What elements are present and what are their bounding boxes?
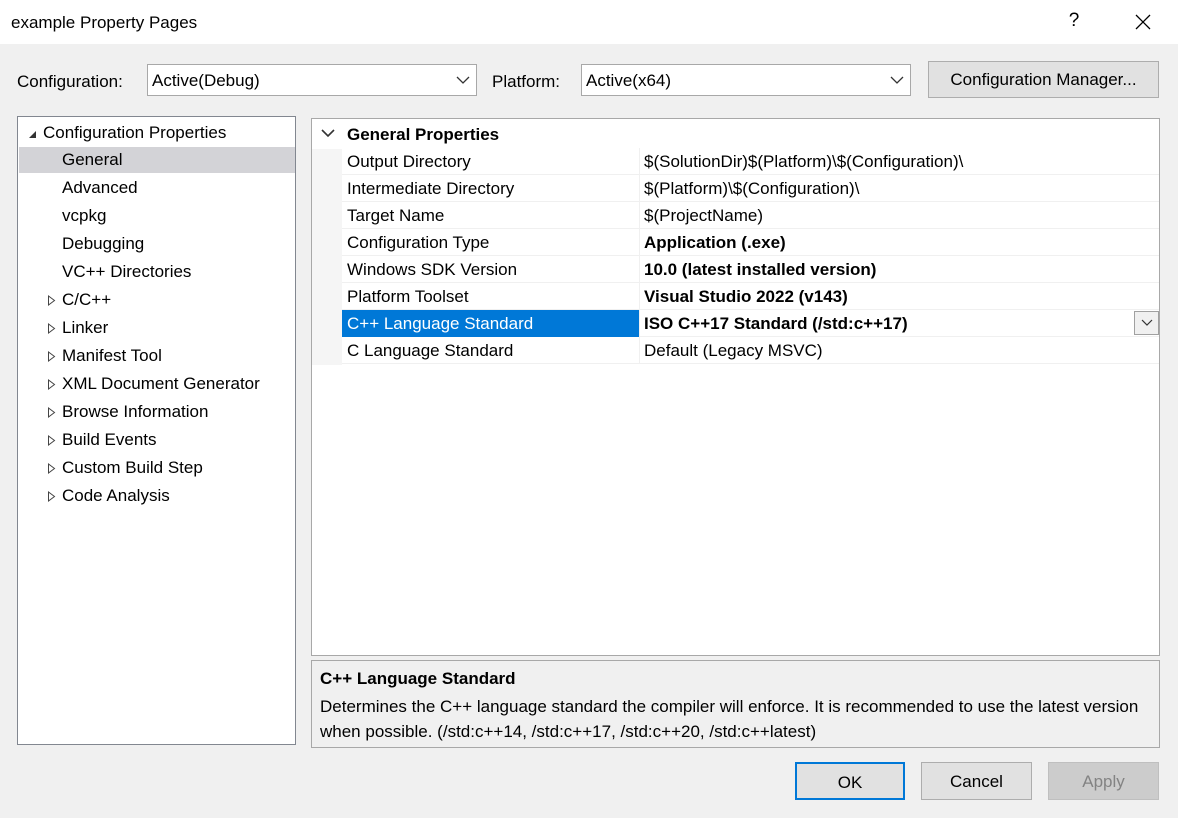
tree-item-c-cpp[interactable]: C/C++ bbox=[19, 287, 295, 313]
category-tree[interactable]: Configuration Properties General Advance… bbox=[17, 116, 296, 745]
property-row-c-language-standard[interactable]: C Language Standard Default (Legacy MSVC… bbox=[342, 337, 1159, 364]
property-row-target-name[interactable]: Target Name $(ProjectName) bbox=[342, 202, 1159, 229]
tree-item-build-events[interactable]: Build Events bbox=[19, 427, 295, 453]
property-name: C Language Standard bbox=[347, 341, 514, 360]
property-value[interactable]: 10.0 (latest installed version) bbox=[639, 256, 1159, 283]
property-name: C++ Language Standard bbox=[342, 310, 639, 337]
tree-item-label: vcpkg bbox=[62, 206, 107, 225]
section-title: General Properties bbox=[347, 125, 500, 144]
expand-triangle-icon bbox=[48, 295, 56, 306]
property-name: Target Name bbox=[347, 206, 445, 225]
cancel-label: Cancel bbox=[950, 772, 1003, 791]
chevron-down-icon bbox=[456, 76, 470, 84]
property-value[interactable]: Application (.exe) bbox=[639, 229, 1159, 256]
title-bar: example Property Pages ? bbox=[0, 0, 1178, 44]
property-name: Output Directory bbox=[347, 152, 471, 171]
property-dropdown-button[interactable] bbox=[1134, 311, 1159, 335]
property-value[interactable]: Default (Legacy MSVC) bbox=[639, 337, 1159, 364]
expand-triangle-icon bbox=[48, 491, 56, 502]
tree-item-advanced[interactable]: Advanced bbox=[19, 175, 295, 201]
property-value[interactable]: $(SolutionDir)$(Platform)\$(Configuratio… bbox=[639, 148, 1159, 175]
close-button[interactable] bbox=[1128, 8, 1158, 36]
description-text: Determines the C++ language standard the… bbox=[320, 697, 1139, 741]
section-header-general-properties[interactable]: General Properties bbox=[312, 119, 1159, 149]
collapse-triangle-icon bbox=[29, 131, 36, 138]
tree-item-label: C/C++ bbox=[62, 290, 112, 309]
property-name: Windows SDK Version bbox=[347, 260, 518, 279]
configuration-value: Active(Debug) bbox=[152, 71, 260, 90]
chevron-down-icon bbox=[321, 129, 335, 138]
expand-triangle-icon bbox=[48, 407, 56, 418]
tree-item-general[interactable]: General bbox=[19, 147, 295, 173]
tree-item-label: VC++ Directories bbox=[62, 262, 192, 281]
cancel-button[interactable]: Cancel bbox=[921, 762, 1032, 800]
expand-triangle-icon bbox=[48, 323, 56, 334]
tree-item-label: Manifest Tool bbox=[62, 346, 162, 365]
tree-item-manifest-tool[interactable]: Manifest Tool bbox=[19, 343, 295, 369]
chevron-down-icon bbox=[1141, 319, 1153, 326]
tree-item-label: Advanced bbox=[62, 178, 138, 197]
property-name: Configuration Type bbox=[347, 233, 490, 252]
property-value[interactable]: $(ProjectName) bbox=[639, 202, 1159, 229]
apply-label: Apply bbox=[1082, 772, 1125, 791]
tree-item-browse-information[interactable]: Browse Information bbox=[19, 399, 295, 425]
tree-item-xml-document-generator[interactable]: XML Document Generator bbox=[19, 371, 295, 397]
tree-item-linker[interactable]: Linker bbox=[19, 315, 295, 341]
expand-triangle-icon bbox=[48, 463, 56, 474]
tree-item-label: General bbox=[62, 150, 123, 169]
close-icon bbox=[1135, 14, 1151, 30]
expand-triangle-icon bbox=[48, 379, 56, 390]
configuration-label: Configuration: bbox=[17, 72, 123, 91]
property-name: Intermediate Directory bbox=[347, 179, 515, 198]
platform-label: Platform: bbox=[492, 72, 561, 91]
tree-item-label: Custom Build Step bbox=[62, 458, 203, 477]
description-panel: C++ Language Standard Determines the C++… bbox=[311, 660, 1160, 748]
property-row-cpp-language-standard[interactable]: C++ Language Standard ISO C++17 Standard… bbox=[342, 310, 1159, 337]
property-name: Platform Toolset bbox=[347, 287, 469, 306]
tree-item-label: Code Analysis bbox=[62, 486, 170, 505]
tree-item-vc-directories[interactable]: VC++ Directories bbox=[19, 259, 295, 285]
property-row-platform-toolset[interactable]: Platform Toolset Visual Studio 2022 (v14… bbox=[342, 283, 1159, 310]
tree-item-label: Configuration Properties bbox=[43, 123, 227, 142]
tree-item-debugging[interactable]: Debugging bbox=[19, 231, 295, 257]
tree-item-label: XML Document Generator bbox=[62, 374, 260, 393]
tree-item-label: Linker bbox=[62, 318, 109, 337]
property-value[interactable]: Visual Studio 2022 (v143) bbox=[639, 283, 1159, 310]
tree-item-vcpkg[interactable]: vcpkg bbox=[19, 203, 295, 229]
tree-item-custom-build-step[interactable]: Custom Build Step bbox=[19, 455, 295, 481]
description-title: C++ Language Standard bbox=[320, 669, 516, 688]
property-row-configuration-type[interactable]: Configuration Type Application (.exe) bbox=[342, 229, 1159, 256]
property-row-intermediate-directory[interactable]: Intermediate Directory $(Platform)\$(Con… bbox=[342, 175, 1159, 202]
grid-margin bbox=[312, 149, 342, 365]
configuration-manager-button[interactable]: Configuration Manager... bbox=[928, 61, 1159, 98]
expand-triangle-icon bbox=[48, 351, 56, 362]
tree-item-label: Debugging bbox=[62, 234, 145, 253]
expand-triangle-icon bbox=[48, 435, 56, 446]
platform-dropdown[interactable]: Active(x64) bbox=[581, 64, 911, 96]
property-value[interactable]: $(Platform)\$(Configuration)\ bbox=[639, 175, 1159, 202]
ok-label: OK bbox=[837, 773, 863, 792]
property-row-output-directory[interactable]: Output Directory $(SolutionDir)$(Platfor… bbox=[342, 148, 1159, 175]
tree-item-label: Browse Information bbox=[62, 402, 209, 421]
property-grid[interactable]: General Properties Output Directory $(So… bbox=[311, 118, 1160, 656]
ok-button[interactable]: OK bbox=[795, 762, 905, 800]
tree-item-configuration-properties[interactable]: Configuration Properties bbox=[19, 120, 295, 146]
window-title: example Property Pages bbox=[11, 13, 198, 32]
help-button[interactable]: ? bbox=[1066, 10, 1082, 32]
chevron-down-icon bbox=[890, 76, 904, 84]
tree-item-code-analysis[interactable]: Code Analysis bbox=[19, 483, 295, 509]
property-value[interactable]: ISO C++17 Standard (/std:c++17) bbox=[639, 310, 1159, 337]
platform-value: Active(x64) bbox=[586, 71, 672, 90]
property-row-windows-sdk-version[interactable]: Windows SDK Version 10.0 (latest install… bbox=[342, 256, 1159, 283]
configuration-manager-label: Configuration Manager... bbox=[950, 70, 1137, 89]
configuration-dropdown[interactable]: Active(Debug) bbox=[147, 64, 477, 96]
tree-item-label: Build Events bbox=[62, 430, 157, 449]
apply-button[interactable]: Apply bbox=[1048, 762, 1159, 800]
